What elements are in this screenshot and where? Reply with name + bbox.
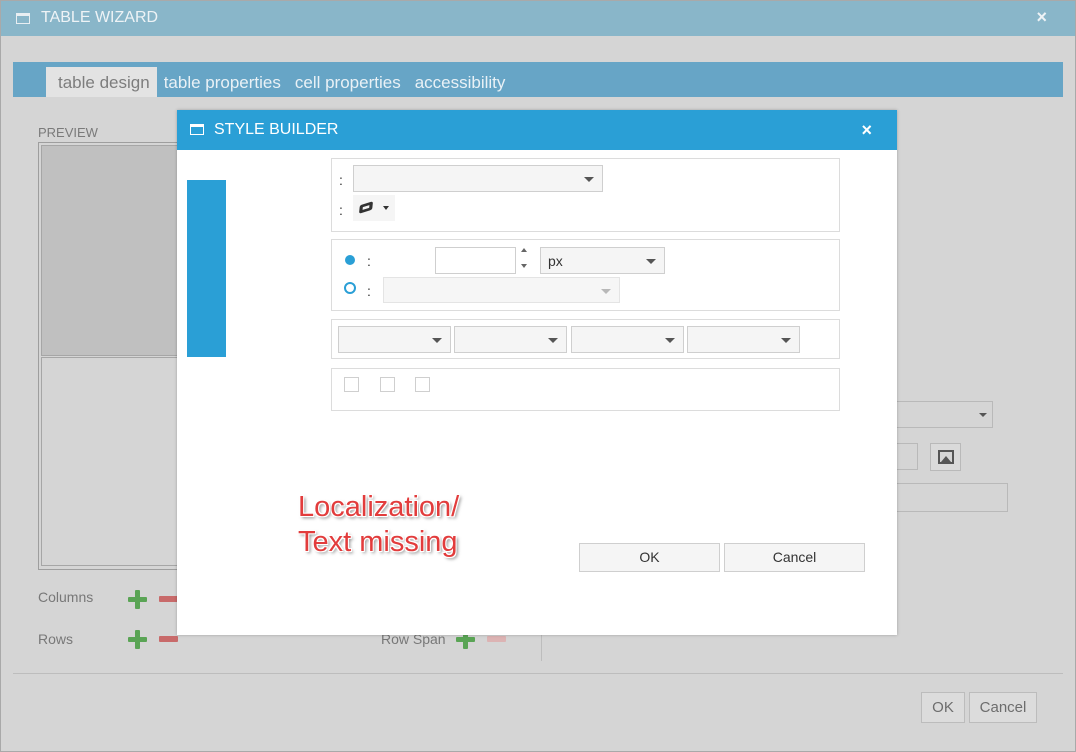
font-panel: : :	[331, 158, 840, 232]
tab-cell-properties[interactable]: cell properties	[288, 67, 408, 97]
font-style-panel	[331, 319, 840, 359]
tab-table-design[interactable]: table design	[46, 67, 157, 97]
field-label-colon: :	[339, 202, 343, 218]
window-icon	[16, 13, 30, 24]
columns-label: Columns	[38, 589, 94, 605]
style-builder-close-icon[interactable]: ×	[861, 120, 872, 141]
table-wizard-title: TABLE WIZARD	[41, 9, 159, 26]
font-variant-select[interactable]	[571, 326, 684, 353]
size-preset-radio[interactable]	[344, 282, 356, 294]
background-image-input[interactable]	[894, 443, 918, 470]
wizard-cancel-button[interactable]: Cancel	[969, 692, 1037, 723]
style-builder-ok-button[interactable]: OK	[579, 543, 720, 572]
spin-up-icon[interactable]	[520, 245, 530, 255]
window-icon	[190, 124, 204, 135]
tab-table-properties[interactable]: table properties	[157, 67, 288, 97]
underline-checkbox[interactable]	[344, 377, 359, 392]
annotation-line-2: Text missing	[298, 526, 458, 558]
paint-bucket-icon	[358, 201, 374, 214]
add-row-icon[interactable]	[128, 630, 147, 649]
preview-label: PREVIEW	[38, 125, 98, 140]
preview-cell-selected[interactable]	[41, 145, 180, 356]
divider	[13, 673, 1063, 674]
style-builder-dialog: STYLE BUILDER × : : : px : OK Cancel	[177, 110, 897, 635]
preview-cell[interactable]	[41, 357, 180, 566]
font-style-select[interactable]	[338, 326, 451, 353]
spin-down-icon[interactable]	[520, 261, 530, 271]
strikethrough-checkbox[interactable]	[380, 377, 395, 392]
style-builder-title: STYLE BUILDER	[214, 121, 339, 138]
font-size-panel: : px :	[331, 239, 840, 311]
style-builder-titlebar[interactable]: STYLE BUILDER ×	[177, 110, 897, 150]
text-decoration-panel	[331, 368, 840, 411]
wizard-ok-button[interactable]: OK	[921, 692, 965, 723]
style-builder-cancel-button[interactable]: Cancel	[724, 543, 865, 572]
size-preset-select[interactable]	[383, 277, 620, 303]
image-icon	[938, 450, 954, 464]
localization-annotation: Localization/ Text missing	[298, 490, 459, 560]
style-category-nav-item[interactable]	[187, 180, 226, 357]
cell-property-select[interactable]	[894, 401, 993, 428]
table-wizard-tabbar: table design table properties cell prope…	[13, 62, 1063, 97]
cell-text-input[interactable]	[894, 483, 1008, 512]
font-weight-select[interactable]	[454, 326, 567, 353]
size-unit-value: px	[548, 253, 563, 269]
decrease-row-span-icon[interactable]	[487, 636, 506, 642]
remove-row-icon[interactable]	[159, 636, 178, 642]
annotation-line-1: Localization/	[298, 491, 460, 523]
color-picker-button[interactable]	[353, 195, 395, 221]
field-label-colon: :	[367, 253, 371, 269]
size-value-radio[interactable]	[345, 255, 355, 265]
table-wizard-close-icon[interactable]: ×	[1036, 7, 1047, 28]
divider	[541, 635, 542, 661]
table-preview	[38, 142, 183, 570]
font-size-input[interactable]	[435, 247, 516, 274]
tab-accessibility[interactable]: accessibility	[408, 67, 513, 97]
font-family-select[interactable]	[353, 165, 603, 192]
size-unit-select[interactable]: px	[540, 247, 665, 274]
text-transform-select[interactable]	[687, 326, 800, 353]
field-label-colon: :	[339, 172, 343, 188]
add-column-icon[interactable]	[128, 590, 147, 609]
table-wizard-titlebar[interactable]: TABLE WIZARD ×	[1, 1, 1075, 36]
field-label-colon: :	[367, 283, 371, 299]
overline-checkbox[interactable]	[415, 377, 430, 392]
remove-column-icon[interactable]	[159, 596, 178, 602]
image-picker-button[interactable]	[930, 443, 961, 471]
rows-label: Rows	[38, 631, 74, 647]
